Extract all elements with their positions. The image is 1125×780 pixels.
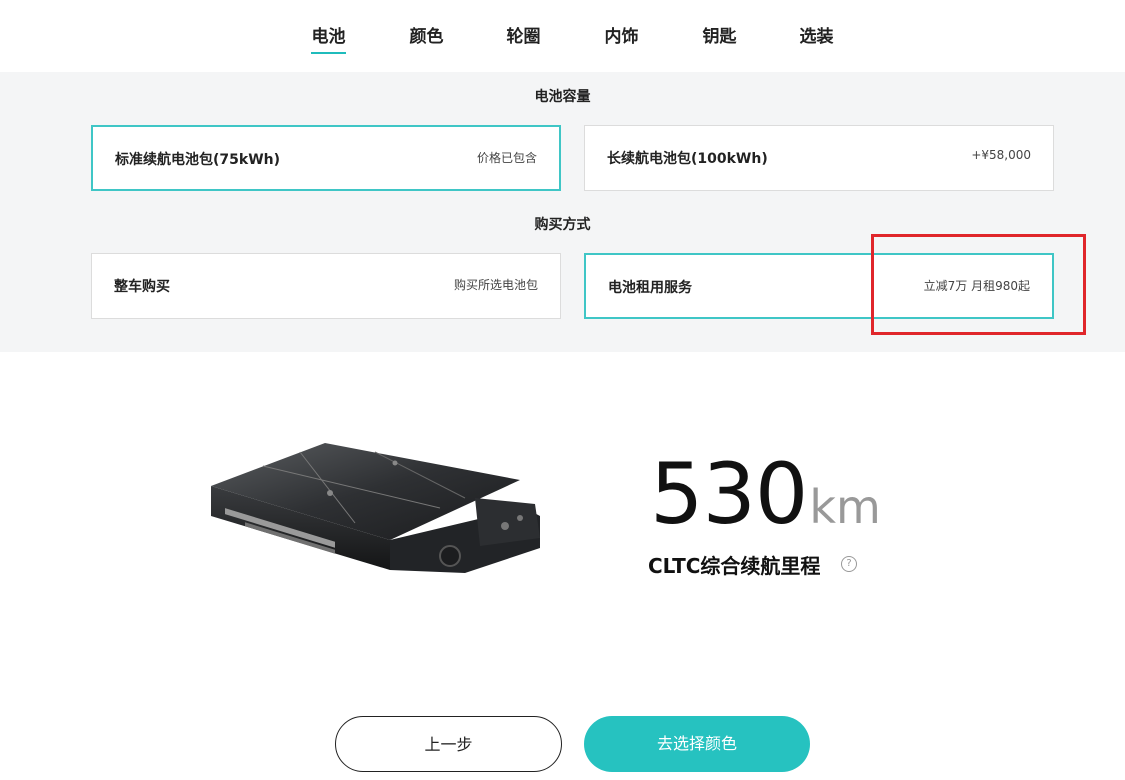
option-whole-car-purchase[interactable]: 整车购买 购买所选电池包 bbox=[91, 253, 561, 319]
option-long-range-battery[interactable]: 长续航电池包(100kWh) +¥58,000 bbox=[584, 125, 1054, 191]
tab-options[interactable]: 选装 bbox=[799, 22, 834, 47]
option-price-note: 立减7万 月租980起 bbox=[923, 279, 1030, 293]
battery-pack-image bbox=[205, 438, 550, 588]
option-name: 标准续航电池包(75kWh) bbox=[115, 152, 280, 168]
tab-interior[interactable]: 内饰 bbox=[604, 22, 639, 47]
option-name: 长续航电池包(100kWh) bbox=[607, 151, 768, 167]
tab-battery[interactable]: 电池 bbox=[311, 22, 346, 54]
range-value: 530 bbox=[650, 445, 808, 543]
purchase-method-title: 购买方式 bbox=[534, 217, 591, 233]
option-name: 电池租用服务 bbox=[608, 280, 692, 296]
option-price-note: 购买所选电池包 bbox=[453, 278, 538, 292]
tab-wheels[interactable]: 轮圈 bbox=[506, 22, 541, 47]
tab-color[interactable]: 颜色 bbox=[409, 22, 444, 47]
help-icon[interactable]: ? bbox=[841, 556, 857, 572]
choose-color-button[interactable]: 去选择颜色 bbox=[584, 716, 810, 772]
config-tabs: 电池 颜色 轮圈 内饰 钥匙 选装 bbox=[0, 0, 1125, 72]
range-readout: 530km bbox=[650, 452, 881, 536]
option-battery-rental-service[interactable]: 电池租用服务 立减7万 月租980起 bbox=[584, 253, 1054, 319]
battery-capacity-title: 电池容量 bbox=[534, 89, 591, 105]
previous-step-button[interactable]: 上一步 bbox=[335, 716, 562, 772]
range-label: CLTC综合续航里程 bbox=[648, 554, 821, 578]
tab-key[interactable]: 钥匙 bbox=[702, 22, 737, 47]
option-name: 整车购买 bbox=[114, 279, 170, 295]
range-unit: km bbox=[809, 480, 881, 534]
option-standard-range-battery[interactable]: 标准续航电池包(75kWh) 价格已包含 bbox=[91, 125, 561, 191]
option-price-note: 价格已包含 bbox=[476, 151, 537, 165]
battery-options-panel: 电池容量 标准续航电池包(75kWh) 价格已包含 长续航电池包(100kWh)… bbox=[0, 72, 1125, 352]
option-price-note: +¥58,000 bbox=[971, 148, 1031, 162]
